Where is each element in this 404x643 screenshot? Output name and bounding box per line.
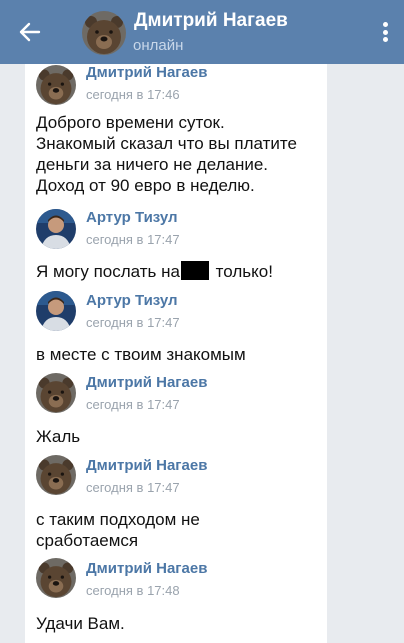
bear-avatar-icon <box>36 455 76 495</box>
arrow-left-icon <box>19 22 41 42</box>
message-time: сегодня в 17:47 <box>86 480 180 495</box>
message: Дмитрий Нагаев сегодня в 17:47 Жаль <box>25 370 327 452</box>
message-author[interactable]: Дмитрий Нагаев <box>86 560 207 577</box>
back-button[interactable] <box>10 14 50 50</box>
header-contact-name[interactable]: Дмитрий Нагаев <box>134 10 288 32</box>
bear-avatar-icon <box>36 558 76 598</box>
message: Дмитрий Нагаев сегодня в 17:46 Доброго в… <box>25 64 327 204</box>
message-time: сегодня в 17:48 <box>86 583 180 598</box>
message-author[interactable]: Артур Тизул <box>86 209 178 226</box>
message-author[interactable]: Артур Тизул <box>86 292 178 309</box>
message-time: сегодня в 17:47 <box>86 232 180 247</box>
person-avatar-icon <box>36 291 76 331</box>
header-online-status: онлайн <box>133 37 184 54</box>
message-time: сегодня в 17:46 <box>86 87 180 102</box>
kebab-menu-icon <box>382 22 388 27</box>
redacted-block <box>180 261 209 280</box>
message-list[interactable]: Дмитрий Нагаев сегодня в 17:46 Доброго в… <box>25 64 327 643</box>
header-avatar[interactable] <box>82 11 126 55</box>
message-text: в месте с твоим знакомым <box>36 345 246 364</box>
chat-screen: Дмитрий Нагаев онлайн Дмитрий Нагаев сег… <box>0 0 404 643</box>
bear-avatar-icon <box>36 373 76 413</box>
message-author[interactable]: Дмитрий Нагаев <box>86 64 207 81</box>
avatar[interactable] <box>36 373 76 413</box>
chat-header: Дмитрий Нагаев онлайн <box>0 0 404 64</box>
avatar[interactable] <box>36 558 76 598</box>
bear-avatar-icon <box>36 65 76 105</box>
message: Артур Тизул сегодня в 17:47 Я могу посла… <box>25 207 327 289</box>
avatar[interactable] <box>36 455 76 495</box>
message-time: сегодня в 17:47 <box>86 315 180 330</box>
avatar[interactable] <box>36 65 76 105</box>
message-author[interactable]: Дмитрий Нагаев <box>86 374 207 391</box>
message-text: Жаль <box>36 427 81 446</box>
message-text: Доброго времени суток. Знакомый сказал ч… <box>36 113 297 195</box>
avatar[interactable] <box>36 291 76 331</box>
message-text: Удачи Вам. <box>36 614 125 633</box>
avatar[interactable] <box>36 209 76 249</box>
message: Артур Тизул сегодня в 17:47 в месте с тв… <box>25 289 327 371</box>
message: Дмитрий Нагаев сегодня в 17:47 с таким п… <box>25 452 327 556</box>
message-author[interactable]: Дмитрий Нагаев <box>86 457 207 474</box>
message-text: с таким подходом не сработаемся <box>36 510 200 550</box>
message: Дмитрий Нагаев сегодня в 17:48 Удачи Вам… <box>25 556 327 643</box>
message-time: сегодня в 17:47 <box>86 397 180 412</box>
message-text: Я могу послать на только! <box>36 261 273 281</box>
more-options-button[interactable] <box>378 18 392 46</box>
person-avatar-icon <box>36 209 76 249</box>
bear-avatar-icon <box>82 11 126 55</box>
